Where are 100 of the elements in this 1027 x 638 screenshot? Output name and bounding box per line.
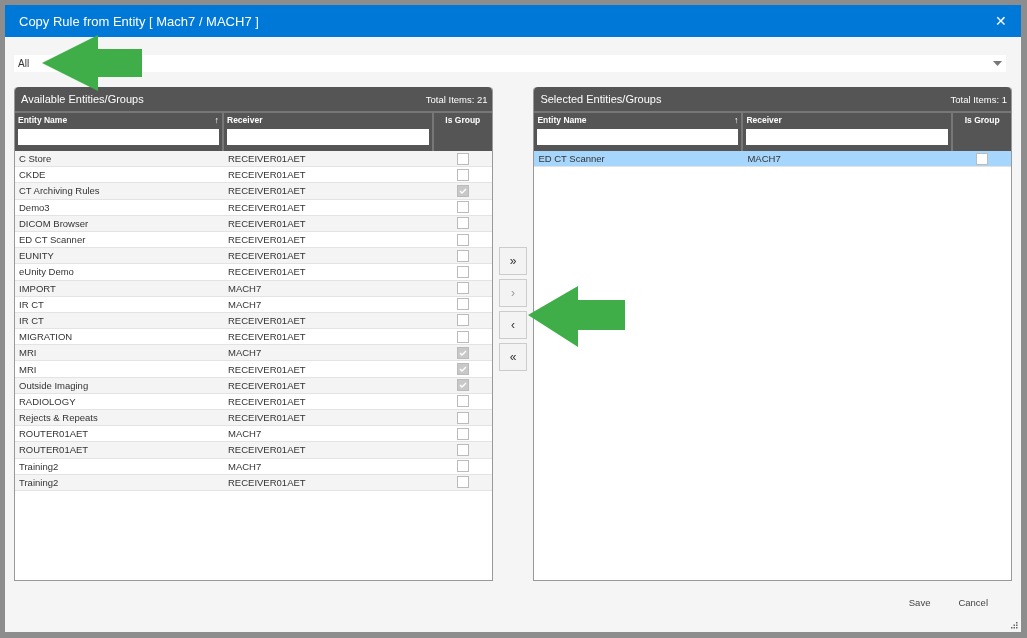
checkbox[interactable] xyxy=(456,443,469,456)
table-cell-text: ROUTER01AET xyxy=(18,444,90,456)
checkbox[interactable] xyxy=(456,233,469,246)
arrow-annotation-icon xyxy=(528,286,625,347)
checkbox[interactable] xyxy=(456,152,469,165)
filter-field[interactable] xyxy=(227,129,429,145)
filter-field[interactable] xyxy=(537,129,739,145)
table-row[interactable]: ROUTER01AET MACH7 xyxy=(15,426,492,443)
table-cell-text: IMPORT xyxy=(18,282,57,294)
table-cell-text: RECEIVER01AET xyxy=(227,250,307,262)
table-cell-text: RECEIVER01AET xyxy=(227,234,307,246)
table-cell-text: RECEIVER01AET xyxy=(227,185,307,197)
checkbox[interactable] xyxy=(456,217,469,230)
table-cell-text: ROUTER01AET xyxy=(18,428,90,440)
table-cell-text: MRI xyxy=(18,347,38,359)
checkbox[interactable] xyxy=(456,346,469,359)
save-button[interactable]: Save xyxy=(908,597,931,608)
table-cell-text: RECEIVER01AET xyxy=(227,476,307,488)
table-cell-text: IR CT xyxy=(18,298,45,310)
table-row[interactable]: CKDE RECEIVER01AET xyxy=(15,167,492,184)
table-cell-text: IR CT xyxy=(18,314,45,326)
transfer-button[interactable]: » xyxy=(499,247,527,275)
checkbox[interactable] xyxy=(456,379,469,392)
checkbox[interactable] xyxy=(456,184,469,197)
checkbox[interactable] xyxy=(456,411,469,424)
table-cell-text: DICOM Browser xyxy=(18,217,90,229)
cancel-button[interactable]: Cancel xyxy=(958,597,988,608)
table-cell-text: RADIOLOGY xyxy=(18,395,77,407)
checkbox[interactable] xyxy=(456,201,469,214)
table-cell-text: RECEIVER01AET xyxy=(227,444,307,456)
table-cell-text: ED CT Scanner xyxy=(18,234,87,246)
filter-field[interactable] xyxy=(746,129,949,145)
table-cell-text: C Store xyxy=(18,153,53,165)
total-items: Total Items: 1 xyxy=(950,93,1007,105)
table-cell-text: MACH7 xyxy=(227,298,263,310)
table-cell-text: eUnity Demo xyxy=(18,266,75,278)
checkbox[interactable] xyxy=(456,314,469,327)
window-title: Copy Rule from Entity [ Mach7 / MACH7 ] xyxy=(19,13,259,29)
table-cell-text: RECEIVER01AET xyxy=(227,266,307,278)
panel-title: Selected Entities/Groups xyxy=(540,93,662,105)
checkbox[interactable] xyxy=(456,265,469,278)
table-cell-text: RECEIVER01AET xyxy=(227,412,307,424)
table-row[interactable]: Rejects & Repeats RECEIVER01AET xyxy=(15,410,492,427)
filter-dropdown[interactable]: All xyxy=(14,55,1006,72)
column-header[interactable]: Entity Name xyxy=(18,115,68,125)
column-header[interactable]: Entity Name xyxy=(537,115,587,125)
checkbox[interactable] xyxy=(456,298,469,311)
arrow-annotation-icon xyxy=(42,35,142,91)
table-cell-text: EUNITY xyxy=(18,250,55,262)
filter-field[interactable] xyxy=(18,129,219,145)
column-header[interactable]: Is Group xyxy=(964,115,1000,125)
table-row[interactable]: ED CT Scanner MACH7 xyxy=(534,151,1011,168)
table-cell-text: RECEIVER01AET xyxy=(227,314,307,326)
table-row[interactable]: MRI MACH7 xyxy=(15,345,492,362)
table-row[interactable]: EUNITY RECEIVER01AET xyxy=(15,248,492,265)
checkbox[interactable] xyxy=(456,395,469,408)
checkbox[interactable] xyxy=(456,476,469,489)
checkbox[interactable] xyxy=(976,152,989,165)
table-cell-text: RECEIVER01AET xyxy=(227,153,307,165)
checkbox[interactable] xyxy=(456,168,469,181)
table-cell-text: MIGRATION xyxy=(18,331,74,343)
sort-icon[interactable]: ↑ xyxy=(214,115,219,125)
checkbox[interactable] xyxy=(456,363,469,376)
table-cell-text: MACH7 xyxy=(227,460,263,472)
transfer-button[interactable]: « xyxy=(499,343,527,371)
table-cell-text: RECEIVER01AET xyxy=(227,363,307,375)
table-cell-text: RECEIVER01AET xyxy=(227,331,307,343)
checkbox[interactable] xyxy=(456,282,469,295)
table-row[interactable]: CT Archiving Rules RECEIVER01AET xyxy=(15,183,492,200)
table-cell-text: RECEIVER01AET xyxy=(227,395,307,407)
table-row[interactable]: ROUTER01AET RECEIVER01AET xyxy=(15,442,492,459)
table-row[interactable]: C Store RECEIVER01AET xyxy=(15,151,492,168)
column-header[interactable]: Receiver xyxy=(746,115,782,125)
table-cell-text: MACH7 xyxy=(227,428,263,440)
table-cell-text: ED CT Scanner xyxy=(537,153,606,165)
table-row[interactable]: MRI RECEIVER01AET xyxy=(15,361,492,378)
table-cell-text: MACH7 xyxy=(227,282,263,294)
table-cell-text: RECEIVER01AET xyxy=(227,217,307,229)
sort-icon[interactable]: ↑ xyxy=(733,115,739,125)
close-button[interactable]: ✕ xyxy=(995,13,1007,29)
column-header[interactable]: Receiver xyxy=(227,115,263,125)
transfer-button[interactable]: ‹ xyxy=(499,311,527,339)
table-cell-text: CKDE xyxy=(18,169,47,181)
checkbox[interactable] xyxy=(456,249,469,262)
table-cell-text: MACH7 xyxy=(227,347,263,359)
table-cell-text: CT Archiving Rules xyxy=(18,185,101,197)
checkbox[interactable] xyxy=(456,427,469,440)
table-cell-text: RECEIVER01AET xyxy=(227,169,307,181)
table-cell-text: Training2 xyxy=(18,476,60,488)
checkbox[interactable] xyxy=(456,460,469,473)
table-cell-text: Training2 xyxy=(18,460,60,472)
panel-title: Available Entities/Groups xyxy=(21,93,144,105)
column-header[interactable]: Is Group xyxy=(445,115,481,125)
table-cell-text: MRI xyxy=(18,363,38,375)
checkbox[interactable] xyxy=(456,330,469,343)
table-row[interactable]: MIGRATION RECEIVER01AET xyxy=(15,329,492,346)
resize-grip-icon[interactable] xyxy=(1011,622,1018,629)
table-cell-text: Demo3 xyxy=(18,201,51,213)
caret-icon xyxy=(993,61,1002,66)
table-row[interactable]: eUnity Demo RECEIVER01AET xyxy=(15,264,492,281)
